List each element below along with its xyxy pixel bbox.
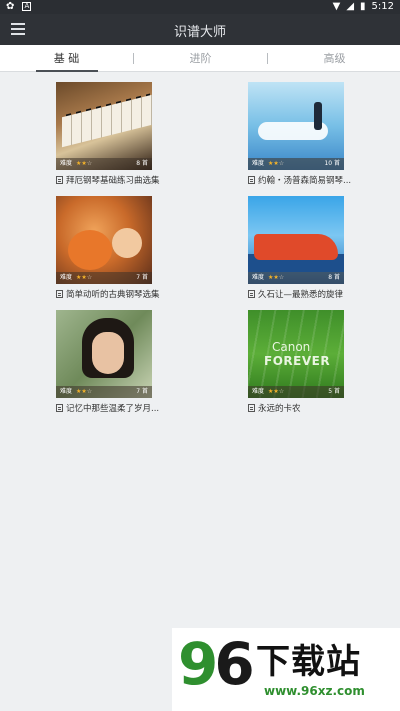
document-icon bbox=[56, 290, 63, 298]
song-count: 7 首 bbox=[136, 388, 148, 395]
cover-text: Canon bbox=[272, 340, 311, 354]
song-count: 8 首 bbox=[328, 274, 340, 281]
book-title: 拜厄钢琴基础练习曲选集 bbox=[66, 176, 160, 186]
battery-icon: ▮ bbox=[360, 1, 366, 12]
bug-icon: ✿ bbox=[6, 1, 15, 12]
book-card[interactable]: 难度 ★★☆ 10 首 约翰・汤普森简易钢琴... bbox=[248, 82, 368, 186]
status-time: 5:12 bbox=[371, 1, 394, 12]
rating-stars: ★★☆ bbox=[268, 388, 285, 395]
book-cover: 难度 ★★☆ 8 首 bbox=[248, 196, 344, 284]
site-watermark: 96 下载站 www.96xz.com bbox=[172, 628, 400, 711]
rating-stars: ★★☆ bbox=[76, 160, 93, 167]
status-bar: ✿ A ▼ ◢ ▮ 5:12 bbox=[0, 0, 400, 14]
tab-expert[interactable]: 高级 bbox=[268, 45, 400, 72]
book-card[interactable]: 难度 ★★☆ 8 首 久石让—最熟悉的旋律 bbox=[248, 196, 368, 300]
book-title: 久石让—最熟悉的旋律 bbox=[258, 290, 344, 300]
book-card[interactable]: 难度 ★★☆ 8 首 拜厄钢琴基础练习曲选集 bbox=[56, 82, 176, 186]
watermark-logo: 96 bbox=[178, 630, 255, 698]
book-title: 约翰・汤普森简易钢琴... bbox=[258, 176, 352, 186]
signal-icon: ◢ bbox=[346, 1, 355, 12]
document-icon bbox=[248, 176, 255, 184]
watermark-text: 下载站 bbox=[256, 642, 361, 682]
a-box-icon: A bbox=[22, 2, 32, 11]
rating-stars: ★★☆ bbox=[76, 274, 93, 281]
document-icon bbox=[248, 404, 255, 412]
book-title: 简单动听的古典钢琴选集 bbox=[66, 290, 160, 300]
book-title: 永远的卡农 bbox=[258, 404, 301, 414]
song-count: 7 首 bbox=[136, 274, 148, 281]
rating-stars: ★★☆ bbox=[268, 274, 285, 281]
song-count: 10 首 bbox=[324, 160, 340, 167]
book-cover: 难度 ★★☆ 8 首 bbox=[56, 82, 152, 170]
rating-stars: ★★☆ bbox=[268, 160, 285, 167]
book-card[interactable]: 难度 ★★☆ 7 首 记忆中那些温柔了岁月... bbox=[56, 310, 176, 414]
book-cover: Canon FOREVER 难度 ★★☆ 5 首 bbox=[248, 310, 344, 398]
rating-stars: ★★☆ bbox=[76, 388, 93, 395]
wifi-icon: ▼ bbox=[332, 1, 341, 12]
song-count: 8 首 bbox=[136, 160, 148, 167]
book-card[interactable]: 难度 ★★☆ 7 首 简单动听的古典钢琴选集 bbox=[56, 196, 176, 300]
document-icon bbox=[56, 404, 63, 412]
document-icon bbox=[56, 176, 63, 184]
tab-advanced[interactable]: 进阶 bbox=[134, 45, 267, 72]
active-tab-indicator bbox=[36, 70, 98, 72]
category-tabs: 基 础 进阶 高级 bbox=[0, 45, 400, 72]
tab-basic[interactable]: 基 础 bbox=[0, 45, 133, 72]
book-cover: 难度 ★★☆ 7 首 bbox=[56, 310, 152, 398]
cover-text: FOREVER bbox=[264, 354, 331, 368]
song-count: 5 首 bbox=[328, 388, 340, 395]
app-bar: 识谱大师 bbox=[0, 14, 400, 45]
book-cover: 难度 ★★☆ 7 首 bbox=[56, 196, 152, 284]
book-cover: 难度 ★★☆ 10 首 bbox=[248, 82, 344, 170]
document-icon bbox=[248, 290, 255, 298]
book-card[interactable]: Canon FOREVER 难度 ★★☆ 5 首 永远的卡农 bbox=[248, 310, 368, 414]
book-title: 记忆中那些温柔了岁月... bbox=[66, 404, 160, 414]
app-title: 识谱大师 bbox=[173, 25, 226, 40]
watermark-url: www.96xz.com bbox=[264, 684, 365, 698]
